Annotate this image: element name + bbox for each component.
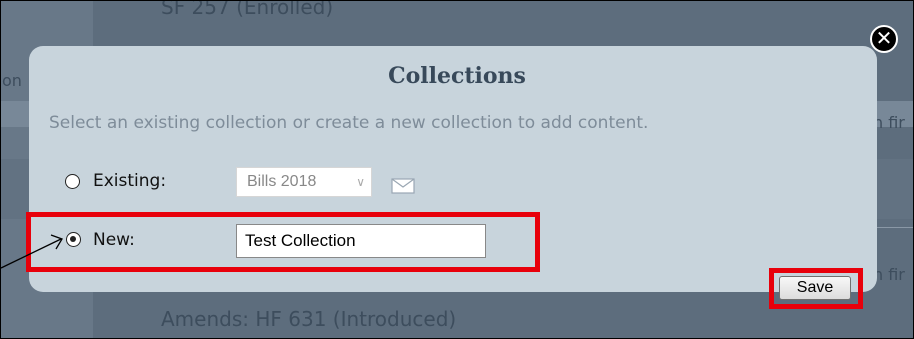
background-bill-title: SF 257 (Enrolled) — [161, 0, 334, 19]
background-bill-title: Amends: HF 631 (Introduced) — [161, 307, 457, 331]
annotation-arrow-icon — [1, 234, 63, 269]
existing-label: Existing: — [93, 171, 167, 191]
new-row-highlight — [26, 212, 540, 272]
background-text-fragment: n fir — [873, 113, 905, 132]
existing-collection-select[interactable]: Bills 2018 ∨ — [236, 167, 372, 197]
dialog-title: Collections — [388, 63, 526, 89]
close-icon[interactable]: ✕ — [870, 25, 898, 53]
dialog-description: Select an existing collection or create … — [49, 113, 649, 133]
email-icon[interactable] — [391, 178, 415, 194]
background-text-fragment: n fir — [873, 265, 905, 284]
select-value: Bills 2018 — [247, 173, 317, 190]
save-button[interactable]: Save — [779, 276, 851, 300]
chevron-down-icon: ∨ — [356, 175, 365, 189]
screenshot-frame: SF 257 (Enrolled) Amends: HF 631 (Introd… — [0, 0, 914, 339]
